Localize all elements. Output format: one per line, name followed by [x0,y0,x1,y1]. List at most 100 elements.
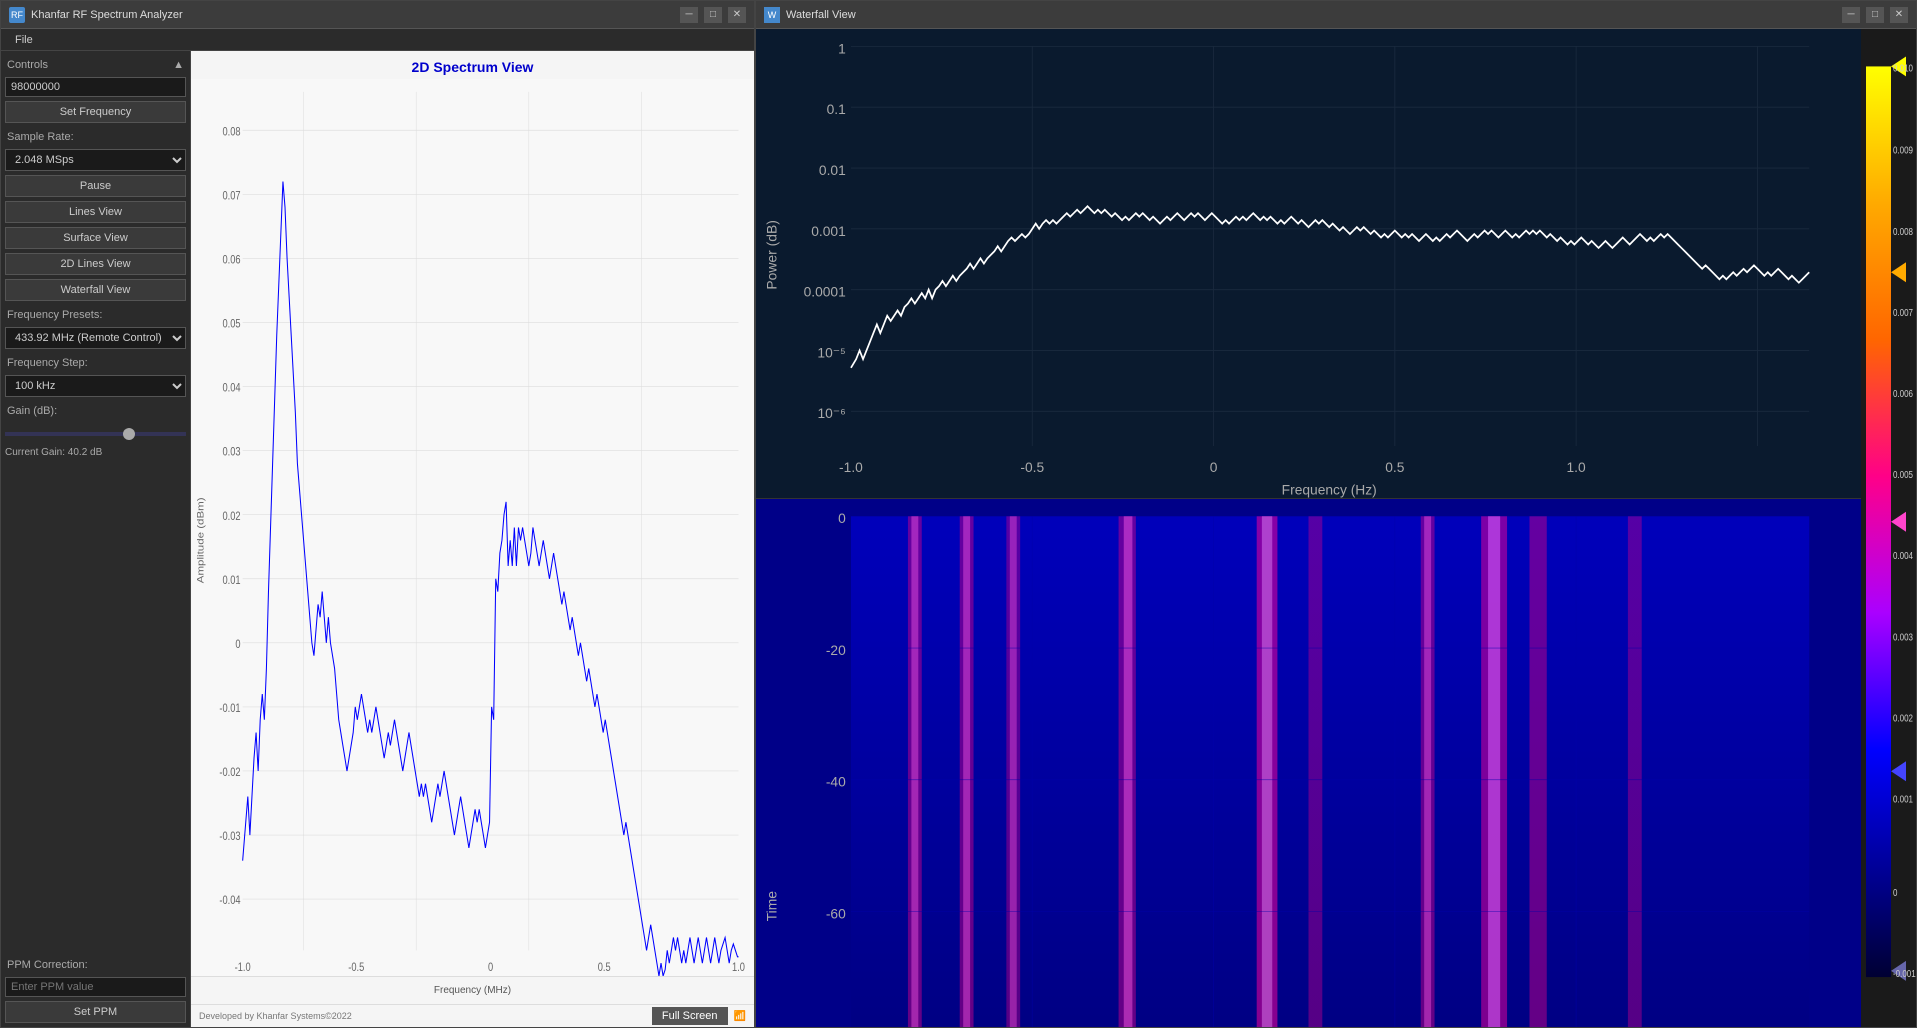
lines-2d-btn[interactable]: 2D Lines View [5,253,186,275]
file-menu[interactable]: File [9,32,39,48]
svg-text:0.03: 0.03 [222,447,240,459]
credit-text: Developed by Khanfar Systems©2022 [199,1011,652,1021]
svg-text:0.001: 0.001 [811,223,846,239]
svg-text:-60: -60 [826,905,846,921]
spectrum-menu-bar: File [1,29,754,51]
svg-text:0.01: 0.01 [222,575,240,587]
svg-text:-20: -20 [826,642,846,658]
svg-text:0: 0 [1210,459,1218,475]
svg-text:0.007: 0.007 [1893,307,1913,318]
svg-text:0.05: 0.05 [222,319,240,331]
waterfall-plots: 1 0.1 0.01 0.001 0.0001 10⁻⁵ 10⁻⁶ Power … [756,29,1861,1027]
svg-text:0.01: 0.01 [819,162,846,178]
svg-text:0.010: 0.010 [1893,63,1913,74]
svg-text:-1.0: -1.0 [235,962,251,974]
sample-rate-dropdown-wrapper: 2.048 MSps 0.25 MSps 0.5 MSps 1.024 MSps… [5,149,186,171]
spectrum-maximize-btn[interactable]: □ [704,7,722,23]
svg-text:Power (dB): Power (dB) [764,220,780,289]
chart-area: 2D Spectrum View [191,51,754,1027]
svg-text:-0.04: -0.04 [219,895,240,907]
svg-text:0: 0 [1893,887,1897,898]
colorbar-svg: 0.010 0.009 0.008 0.007 0.006 0.005 0.00… [1861,29,1916,1027]
set-frequency-btn[interactable]: Set Frequency [5,101,186,123]
spectrum-panel: RF Khanfar RF Spectrum Analyzer ─ □ ✕ Fi… [0,0,755,1028]
top-plot-svg: 1 0.1 0.01 0.001 0.0001 10⁻⁵ 10⁻⁶ Power … [756,29,1861,498]
svg-text:Frequency (Hz): Frequency (Hz) [1282,482,1377,498]
controls-header: Controls ▲ [5,55,186,73]
freq-step-label: Frequency Step: [5,353,186,371]
svg-text:0.002: 0.002 [1893,713,1913,724]
spectrum-window-controls: ─ □ ✕ [680,7,746,23]
svg-text:-0.02: -0.02 [219,767,240,779]
spectrum-content: Controls ▲ Set Frequency Sample Rate: 2.… [1,51,754,1027]
svg-text:0.009: 0.009 [1893,145,1913,156]
svg-text:0.004: 0.004 [1893,550,1913,561]
svg-text:0.08: 0.08 [222,127,240,139]
ppm-label: PPM Correction: [5,955,186,973]
spectrum-chart: 0.08 0.07 0.06 0.05 0.04 0.03 0.02 0.01 … [191,79,754,976]
top-spectrum-plot: 1 0.1 0.01 0.001 0.0001 10⁻⁵ 10⁻⁶ Power … [756,29,1861,499]
svg-text:0.0001: 0.0001 [804,284,847,300]
waterfall-svg: 0 -20 -40 -60 -80 -100 -120 Time [756,499,1861,1027]
waterfall-heatmap: 0 -20 -40 -60 -80 -100 -120 Time [756,499,1861,1027]
waterfall-minimize-btn[interactable]: ─ [1842,7,1860,23]
sample-rate-label: Sample Rate: [5,127,186,145]
freq-step-select[interactable]: 100 kHz 25 kHz 50 kHz 200 kHz [6,376,185,396]
spectrum-minimize-btn[interactable]: ─ [680,7,698,23]
freq-label: Frequency (MHz) [199,985,746,996]
colorbar: 0.010 0.009 0.008 0.007 0.006 0.005 0.00… [1861,29,1916,1027]
set-ppm-btn[interactable]: Set PPM [5,1001,186,1023]
ppm-input[interactable] [5,977,186,997]
sidebar: Controls ▲ Set Frequency Sample Rate: 2.… [1,51,191,1027]
waterfall-maximize-btn[interactable]: □ [1866,7,1884,23]
freq-step-dropdown-wrapper: 100 kHz 25 kHz 50 kHz 200 kHz [5,375,186,397]
svg-text:0.008: 0.008 [1893,226,1913,237]
svg-text:-0.03: -0.03 [219,831,240,843]
sample-rate-select[interactable]: 2.048 MSps 0.25 MSps 0.5 MSps 1.024 MSps… [6,150,185,170]
svg-text:0.5: 0.5 [1385,459,1404,475]
svg-text:0.02: 0.02 [222,511,240,523]
svg-text:1.0: 1.0 [1567,459,1586,475]
svg-text:-0.01: -0.01 [219,703,240,715]
svg-text:0: 0 [488,962,493,974]
waterfall-icon: W [764,7,780,23]
chart-title: 2D Spectrum View [191,51,754,79]
waterfall-close-btn[interactable]: ✕ [1890,7,1908,23]
app-icon: RF [9,7,25,23]
pause-btn[interactable]: Pause [5,175,186,197]
svg-text:0.006: 0.006 [1893,388,1913,399]
waterfall-titlebar: W Waterfall View ─ □ ✕ [756,1,1916,29]
freq-presets-select[interactable]: 433.92 MHz (Remote Control) [6,328,185,348]
waterfall-title: Waterfall View [786,9,1842,21]
svg-text:0.07: 0.07 [222,191,240,203]
svg-text:0.003: 0.003 [1893,631,1913,642]
svg-text:0.001: 0.001 [1893,794,1913,805]
surface-view-btn[interactable]: Surface View [5,227,186,249]
lines-view-btn[interactable]: Lines View [5,201,186,223]
waterfall-content: 1 0.1 0.01 0.001 0.0001 10⁻⁵ 10⁻⁶ Power … [756,29,1916,1027]
spectrum-svg: 0.08 0.07 0.06 0.05 0.04 0.03 0.02 0.01 … [191,79,754,976]
svg-text:0: 0 [838,510,846,526]
fullscreen-btn[interactable]: Full Screen [652,1007,728,1025]
svg-text:0.005: 0.005 [1893,469,1913,480]
frequency-input[interactable] [5,77,186,97]
gain-slider[interactable] [5,432,186,436]
waterfall-panel: W Waterfall View ─ □ ✕ [755,0,1917,1028]
freq-presets-dropdown-wrapper: 433.92 MHz (Remote Control) [5,327,186,349]
svg-text:Time: Time [764,891,780,922]
svg-text:1: 1 [838,40,846,56]
svg-text:0.04: 0.04 [222,383,240,395]
current-gain-display: Current Gain: 40.2 dB [5,445,186,460]
svg-text:0.06: 0.06 [222,255,240,267]
spectrum-titlebar: RF Khanfar RF Spectrum Analyzer ─ □ ✕ [1,1,754,29]
bottom-bar: Developed by Khanfar Systems©2022 Full S… [191,1004,754,1027]
svg-text:-1.0: -1.0 [839,459,863,475]
waterfall-btn[interactable]: Waterfall View [5,279,186,301]
svg-text:10⁻⁵: 10⁻⁵ [817,344,845,360]
app-container: RF Khanfar RF Spectrum Analyzer ─ □ ✕ Fi… [0,0,1917,1028]
chart-footer: Frequency (MHz) [191,976,754,1004]
svg-text:-0.001: -0.001 [1893,968,1916,979]
gain-label: Gain (dB): [5,401,186,419]
spectrum-close-btn[interactable]: ✕ [728,7,746,23]
svg-text:0.1: 0.1 [827,101,846,117]
